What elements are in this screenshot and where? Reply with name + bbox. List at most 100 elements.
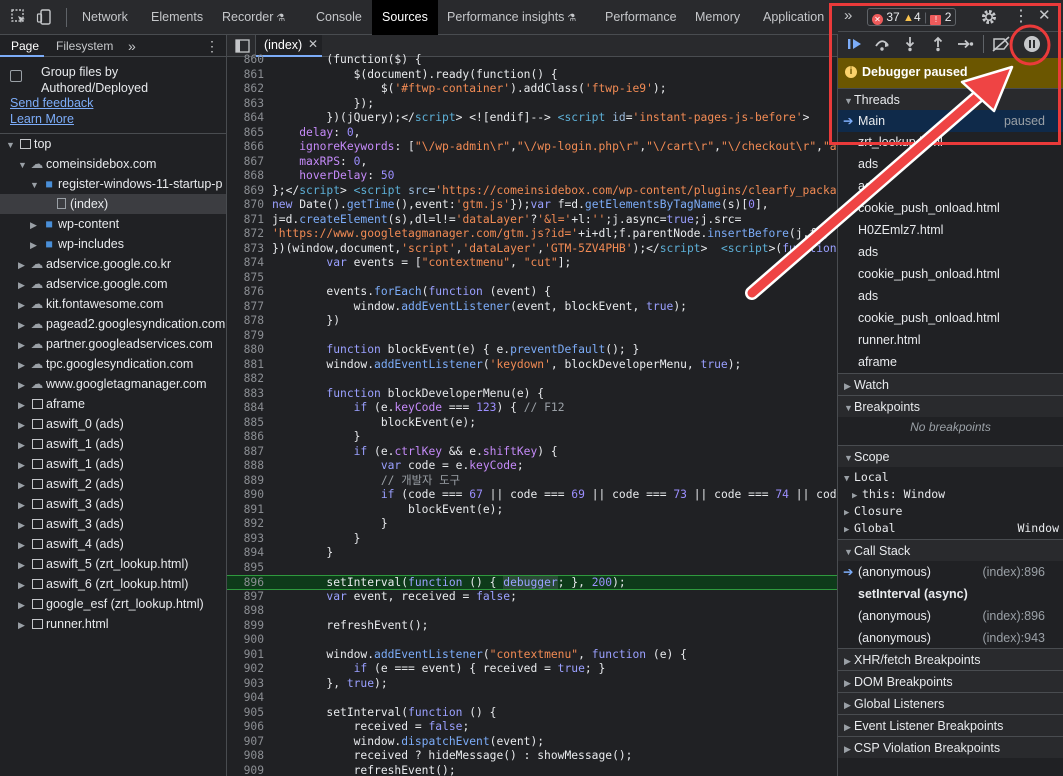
code-line[interactable]: 870 new Date().getTime(),event:'gtm.js'})… <box>227 198 837 213</box>
scope-closure[interactable]: ▶ Closure <box>838 503 1063 520</box>
line-number[interactable]: 902 <box>227 662 264 677</box>
code-line[interactable]: 901 window.addEventListener("contextmenu… <box>227 648 837 663</box>
tree-item[interactable]: ▶ ☁ pagead2.googlesyndication.com <box>0 314 226 334</box>
code-line[interactable]: 899 refreshEvent(); <box>227 619 837 634</box>
expanded-triangle-icon[interactable]: ▼ <box>30 175 40 195</box>
line-number[interactable]: 864 <box>227 111 264 126</box>
line-number[interactable]: 863 <box>227 97 264 112</box>
line-number[interactable]: 890 <box>227 488 264 503</box>
code-line[interactable]: 860 (function($) { <box>227 53 837 68</box>
code-line[interactable]: 863 }); <box>227 97 837 112</box>
collapsed-triangle-icon[interactable]: ▶ <box>30 215 40 235</box>
tab-page[interactable]: Page <box>0 35 44 57</box>
tree-item[interactable]: ▶ aswift_1 (ads) <box>0 434 226 454</box>
code-line[interactable]: 881 window.addEventListener('keydown', b… <box>227 358 837 373</box>
line-number[interactable]: 909 <box>227 764 264 776</box>
watch-section-header[interactable]: ▶ Watch <box>838 373 1063 395</box>
code-line[interactable]: 886 } <box>227 430 837 445</box>
tab-application[interactable]: Application <box>763 0 824 35</box>
line-number[interactable]: 878 <box>227 314 264 329</box>
code-line[interactable]: 898 <box>227 604 837 619</box>
code-line[interactable]: 865 delay: 0, <box>227 126 837 141</box>
collapsed-triangle-icon[interactable]: ▶ <box>18 575 28 595</box>
code-line[interactable]: 864 })(jQuery);</script> <![endif]--> <s… <box>227 111 837 126</box>
collapsed-triangle-icon[interactable]: ▶ <box>18 475 28 495</box>
threads-section-header[interactable]: ▼Threads <box>838 88 1063 110</box>
code-line[interactable]: 906 received = false; <box>227 720 837 735</box>
tab-recorder[interactable]: Recorder ⚗ <box>222 0 285 35</box>
line-number[interactable]: 862 <box>227 82 264 97</box>
line-number[interactable]: 865 <box>227 126 264 141</box>
more-panels-icon[interactable]: » <box>844 7 852 24</box>
line-number[interactable]: 898 <box>227 604 264 619</box>
tree-item[interactable]: ▶ aswift_1 (ads) <box>0 454 226 474</box>
line-number[interactable]: 877 <box>227 300 264 315</box>
thread-item[interactable]: runner.html <box>838 329 1063 351</box>
line-number[interactable]: 874 <box>227 256 264 271</box>
tree-item[interactable]: ▶ ☁ adservice.google.com <box>0 274 226 294</box>
line-number[interactable]: 900 <box>227 633 264 648</box>
code-line[interactable]: 895 <box>227 561 837 576</box>
line-number[interactable]: 888 <box>227 459 264 474</box>
tab-performance[interactable]: Performance <box>605 0 677 35</box>
code-line[interactable]: 866 ignoreKeywords: ["\/wp-admin\r","\/w… <box>227 140 837 155</box>
step-into-icon[interactable] <box>902 36 918 52</box>
call-frame[interactable]: (anonymous) (index):943 <box>838 627 1063 649</box>
line-number[interactable]: 870 <box>227 198 264 213</box>
line-number[interactable]: 885 <box>227 416 264 431</box>
more-options-icon[interactable]: ⋮ <box>205 35 219 57</box>
line-number[interactable]: 906 <box>227 720 264 735</box>
line-number[interactable]: 904 <box>227 691 264 706</box>
learn-more-link[interactable]: Learn More <box>10 112 74 126</box>
line-number[interactable]: 907 <box>227 735 264 750</box>
line-number[interactable]: 903 <box>227 677 264 692</box>
call-frame-location[interactable]: (index):896 <box>982 605 1045 627</box>
thread-item[interactable]: zrt_lookup.html <box>838 131 1063 153</box>
line-number[interactable]: 882 <box>227 372 264 387</box>
tree-item[interactable]: ▼ top <box>0 134 226 154</box>
tab-network[interactable]: Network <box>82 0 128 35</box>
line-number[interactable]: 868 <box>227 169 264 184</box>
line-number[interactable]: 867 <box>227 155 264 170</box>
line-number[interactable]: 893 <box>227 532 264 547</box>
collapsed-triangle-icon[interactable]: ▶ <box>18 435 28 455</box>
step-over-icon[interactable] <box>873 36 891 52</box>
line-number[interactable]: 894 <box>227 546 264 561</box>
code-line[interactable]: 867 maxRPS: 0, <box>227 155 837 170</box>
collapsed-triangle-icon[interactable]: ▶ <box>18 315 28 335</box>
code-line[interactable]: 877 window.addEventListener(event, block… <box>227 300 837 315</box>
line-number[interactable]: 881 <box>227 358 264 373</box>
tree-item[interactable]: ▶ aswift_6 (zrt_lookup.html) <box>0 574 226 594</box>
line-number[interactable]: 895 <box>227 561 264 576</box>
line-number[interactable]: 883 <box>227 387 264 402</box>
tree-item[interactable]: ▶ aframe <box>0 394 226 414</box>
line-number[interactable]: 889 <box>227 474 264 489</box>
code-line[interactable]: 874 var events = ["contextmenu", "cut"]; <box>227 256 837 271</box>
code-line[interactable]: 908 received ? hideMessage() : showMessa… <box>227 749 837 764</box>
code-line[interactable]: 861 $(document).ready(function() { <box>227 68 837 83</box>
expanded-triangle-icon[interactable]: ▼ <box>18 155 28 175</box>
code-line[interactable]: 904 <box>227 691 837 706</box>
code-line[interactable]: 884 if (e.keyCode === 123) { // F12 <box>227 401 837 416</box>
code-line[interactable]: 909 refreshEvent(); <box>227 764 837 776</box>
code-line[interactable]: 897 var event, received = false; <box>227 590 837 605</box>
tab-filesystem[interactable]: Filesystem <box>56 35 113 57</box>
code-line[interactable]: 883 function blockDeveloperMenu(e) { <box>227 387 837 402</box>
code-line[interactable]: 880 function blockEvent(e) { e.preventDe… <box>227 343 837 358</box>
collapsed-triangle-icon[interactable]: ▶ <box>18 515 28 535</box>
call-frame-location[interactable]: (index):896 <box>982 561 1045 583</box>
tree-item[interactable]: ▶ aswift_0 (ads) <box>0 414 226 434</box>
thread-item[interactable]: ads <box>838 285 1063 307</box>
line-number[interactable]: 860 <box>227 53 264 68</box>
tree-item[interactable]: ▼ ■ register-windows-11-startup-p <box>0 174 226 194</box>
line-number[interactable]: 905 <box>227 706 264 721</box>
tree-item[interactable]: ▼ ☁ comeinsidebox.com <box>0 154 226 174</box>
thread-item[interactable]: ads <box>838 153 1063 175</box>
step-icon[interactable] <box>956 36 974 52</box>
thread-main[interactable]: ➔ Main paused <box>838 110 1063 132</box>
line-number[interactable]: 873 <box>227 242 264 257</box>
close-devtools-icon[interactable]: ✕ <box>1038 6 1051 24</box>
line-number[interactable]: 866 <box>227 140 264 155</box>
code-line[interactable]: 862 $('#ftwp-container').addClass('ftwp-… <box>227 82 837 97</box>
code-line[interactable]: 872 'https://www.googletagmanager.com/gtm… <box>227 227 837 242</box>
